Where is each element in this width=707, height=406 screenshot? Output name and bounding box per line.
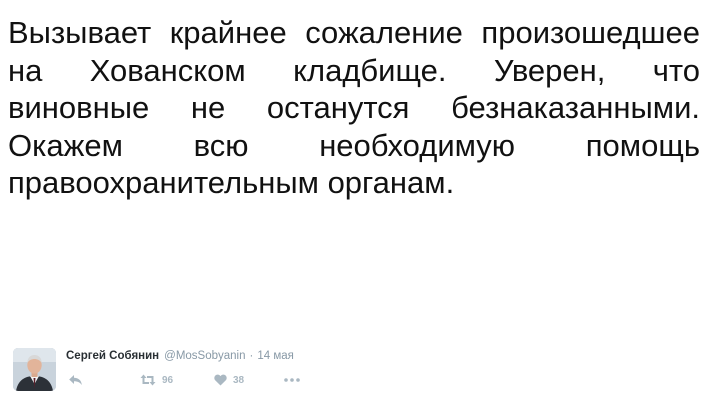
author-handle[interactable]: @MosSobyanin bbox=[164, 348, 245, 364]
tweet-text-line: виновные не останутся безнаказанными. bbox=[8, 90, 700, 125]
heart-icon bbox=[214, 374, 227, 386]
tweet-text-line: правоохранительным органам. bbox=[8, 165, 455, 200]
tweet-text-line: на Хованском кладбище. Уверен, что bbox=[8, 52, 700, 88]
avatar-portrait-image bbox=[13, 348, 56, 391]
like-count: 38 bbox=[233, 374, 245, 386]
meta-separator: · bbox=[249, 350, 254, 362]
retweet-icon bbox=[140, 374, 156, 386]
tweet-text-line: Окажем всю необходимую помощь bbox=[8, 127, 700, 163]
like-button[interactable]: 38 bbox=[214, 371, 244, 389]
more-icon bbox=[284, 378, 300, 382]
more-button[interactable] bbox=[284, 371, 300, 389]
reply-button[interactable] bbox=[68, 371, 83, 389]
author-name[interactable]: Сергей Собянин bbox=[66, 348, 159, 364]
tweet-date[interactable]: 14 мая bbox=[257, 348, 294, 364]
retweet-button[interactable]: 96 bbox=[140, 371, 173, 389]
reply-icon bbox=[69, 375, 82, 385]
retweet-count: 96 bbox=[162, 374, 174, 386]
tweet-meta: Сергей Собянин @MosSobyanin · 14 мая bbox=[66, 348, 294, 364]
avatar[interactable] bbox=[13, 348, 56, 391]
tweet-text: Вызывает крайнее сожаление произошедшее … bbox=[8, 14, 700, 202]
tweet-text-line: Вызывает крайнее сожаление произошедшее bbox=[8, 15, 700, 50]
